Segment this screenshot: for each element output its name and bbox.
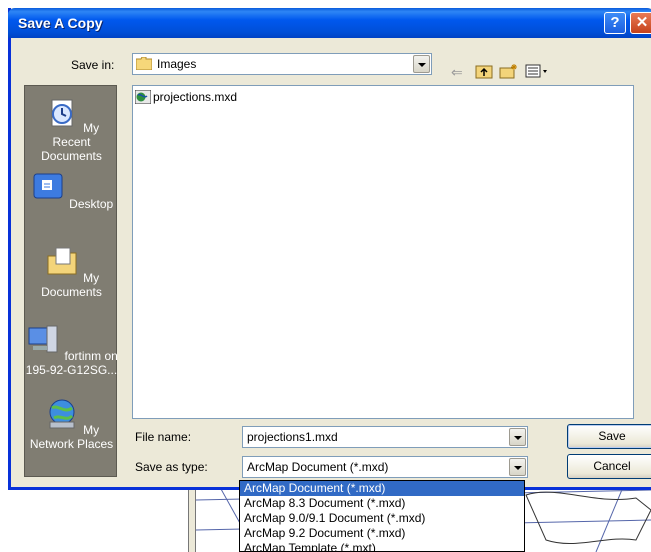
save-in-label: Save in: [71, 58, 115, 72]
dropdown-option[interactable]: ArcMap 9.0/9.1 Document (*.mxd) [240, 511, 524, 526]
file-list[interactable]: projections.mxd [132, 85, 634, 419]
up-folder-icon[interactable] [475, 63, 493, 81]
file-name-value: projections1.mxd [247, 430, 338, 444]
file-name-input[interactable]: projections1.mxd [242, 426, 528, 448]
place-my-documents[interactable]: My Documents [25, 244, 118, 299]
arcmap-document-icon [135, 90, 151, 104]
dropdown-option[interactable]: ArcMap Template (*.mxt) [240, 541, 524, 551]
computer-icon [28, 325, 58, 353]
save-button[interactable]: Save [567, 424, 651, 449]
title-bar[interactable]: Save A Copy ? ✕ [8, 8, 651, 38]
file-name-dropdown-button[interactable] [509, 428, 526, 446]
save-type-select[interactable]: ArcMap Document (*.mxd) [242, 456, 528, 478]
file-name-label: File name: [135, 430, 192, 444]
save-type-label: Save as type: [135, 460, 208, 474]
save-type-value: ArcMap Document (*.mxd) [247, 460, 389, 474]
my-documents-icon [47, 247, 77, 275]
back-arrow-icon[interactable]: ⇐ [451, 63, 463, 81]
file-name: projections.mxd [153, 90, 238, 104]
views-menu-icon[interactable] [525, 63, 549, 81]
window-title: Save A Copy [18, 15, 103, 31]
question-mark-icon: ? [610, 14, 620, 31]
dropdown-option[interactable]: ArcMap 8.3 Document (*.mxd) [240, 496, 524, 511]
desktop-icon [33, 173, 63, 199]
dropdown-option[interactable]: ArcMap 9.2 Document (*.mxd) [240, 526, 524, 541]
save-in-value: Images [157, 57, 197, 71]
place-my-network-places[interactable]: My Network Places [25, 396, 118, 451]
place-desktop[interactable]: Desktop [25, 170, 118, 211]
cancel-button[interactable]: Cancel [567, 454, 651, 479]
close-icon: ✕ [635, 14, 649, 31]
list-item[interactable]: projections.mxd [135, 90, 237, 104]
new-folder-icon[interactable] [499, 63, 519, 81]
save-type-dropdown-button[interactable] [509, 458, 526, 476]
recent-documents-icon [51, 99, 73, 127]
save-type-dropdown-list[interactable]: ArcMap Document (*.mxd) ArcMap 8.3 Docum… [239, 480, 525, 552]
help-button[interactable]: ? [604, 12, 626, 34]
network-places-icon [49, 399, 75, 429]
close-button[interactable]: ✕ [630, 12, 651, 34]
dropdown-option[interactable]: ArcMap Document (*.mxd) [240, 481, 524, 496]
place-network-computer[interactable]: fortinm on 195-92-G12SG... [25, 322, 118, 377]
map-frame-edge [188, 480, 196, 552]
place-label: Desktop [69, 197, 114, 211]
save-a-copy-dialog: Save A Copy ? ✕ Save in: Images ⇐ My Rec… [8, 8, 651, 490]
folder-icon [136, 57, 152, 70]
save-in-dropdown-button[interactable] [413, 55, 430, 73]
places-bar: My Recent Documents Desktop My Documents [24, 85, 118, 477]
place-my-recent-documents[interactable]: My Recent Documents [25, 94, 118, 163]
save-in-combo[interactable]: Images [132, 53, 432, 75]
